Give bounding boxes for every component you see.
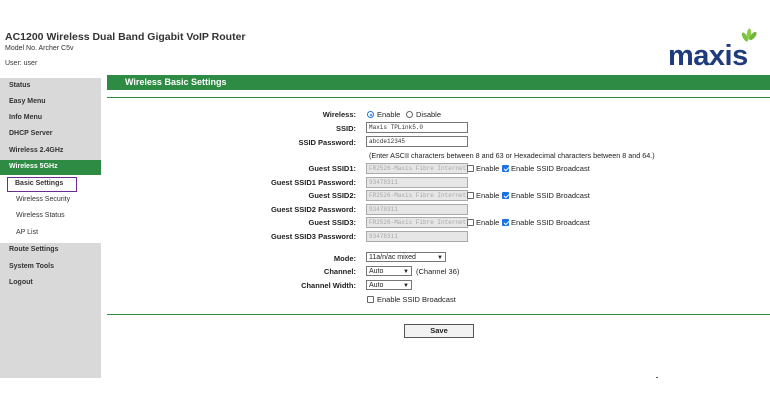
guest-ssid1-enable-checkbox[interactable] — [467, 165, 474, 172]
maxis-logo-text: maxis — [668, 40, 748, 72]
guest-ssid2-broadcast-checkbox[interactable] — [502, 192, 509, 199]
ssid-password-label: SSID Password: — [298, 138, 356, 147]
sidebar: Status Easy Menu Info Menu DHCP Server W… — [0, 78, 101, 378]
guest-ssid1-password-label: Guest SSID1 Password: — [270, 178, 356, 187]
channel-width-label: Channel Width: — [301, 281, 356, 290]
guest-ssid2-label: Guest SSID2: — [308, 191, 356, 200]
chevron-down-icon: ▼ — [403, 269, 409, 275]
sidebar-item-logout[interactable]: Logout — [0, 276, 101, 291]
password-hint: (Enter ASCII characters between 8 and 63… — [369, 151, 655, 160]
ssid-broadcast-checkbox[interactable] — [367, 296, 374, 303]
chevron-down-icon: ▼ — [437, 255, 443, 261]
guest-ssid2-password-label: Guest SSID2 Password: — [270, 205, 356, 214]
header: AC1200 Wireless Dual Band Gigabit VoIP R… — [0, 0, 770, 78]
guest-ssid2-enable-label: Enable — [476, 191, 500, 200]
mode-label: Mode: — [333, 254, 356, 263]
sidebar-item-easy-menu[interactable]: Easy Menu — [0, 95, 101, 110]
guest-ssid3-enable-label: Enable — [476, 218, 500, 227]
guest-ssid1-enable-label: Enable — [476, 164, 500, 173]
sidebar-item-wireless-24ghz[interactable]: Wireless 2.4GHz — [0, 144, 101, 159]
maxis-logo: maxis — [668, 28, 766, 72]
sidebar-item-system-tools[interactable]: System Tools — [0, 260, 101, 275]
save-button[interactable]: Save — [404, 324, 474, 338]
ssid-label: SSID: — [335, 124, 356, 133]
guest-ssid3-password-input[interactable]: 93478311 — [366, 231, 468, 242]
sidebar-item-ap-list[interactable]: AP List — [0, 226, 101, 241]
ssid-password-input[interactable]: abcde12345 — [366, 136, 468, 147]
sidebar-item-wireless-5ghz[interactable]: Wireless 5GHz — [0, 160, 101, 175]
sidebar-item-route-settings[interactable]: Route Settings — [0, 243, 101, 258]
guest-ssid1-label: Guest SSID1: — [308, 164, 356, 173]
guest-ssid3-input[interactable]: FR2526-Maxis Fibre Internet — [366, 217, 468, 228]
bottom-divider — [107, 314, 770, 315]
guest-ssid2-input[interactable]: FR2526-Maxis Fibre Internet — [366, 190, 468, 201]
wireless-disable-radio[interactable] — [406, 111, 413, 118]
sidebar-item-dhcp-server[interactable]: DHCP Server — [0, 127, 101, 142]
page-title-bar: Wireless Basic Settings — [107, 75, 770, 90]
sidebar-item-wireless-status[interactable]: Wireless Status — [0, 209, 101, 224]
sidebar-item-wireless-security[interactable]: Wireless Security — [0, 193, 101, 208]
mode-select[interactable]: 11a/n/ac mixed ▼ — [366, 252, 446, 262]
wireless-enable-label: Enable — [377, 110, 401, 119]
channel-select[interactable]: Auto ▼ — [366, 266, 412, 276]
product-title: AC1200 Wireless Dual Band Gigabit VoIP R… — [5, 31, 246, 43]
guest-ssid1-password-input[interactable]: 93478311 — [366, 177, 468, 188]
guest-ssid3-password-label: Guest SSID3 Password: — [270, 232, 356, 241]
channel-label: Channel: — [323, 267, 356, 276]
wireless-enable-radio[interactable] — [367, 111, 374, 118]
guest-ssid2-enable-checkbox[interactable] — [467, 192, 474, 199]
page-title: Wireless Basic Settings — [125, 77, 227, 87]
channel-width-select[interactable]: Auto ▼ — [366, 280, 412, 290]
top-divider — [107, 97, 770, 98]
guest-ssid3-label: Guest SSID3: — [308, 218, 356, 227]
guest-ssid3-enable-checkbox[interactable] — [467, 219, 474, 226]
ssid-broadcast-label: Enable SSID Broadcast — [377, 295, 456, 304]
stray-mark — [656, 377, 658, 378]
guest-ssid1-broadcast-label: Enable SSID Broadcast — [511, 164, 590, 173]
ssid-input[interactable]: Maxis TPLink5.0 — [366, 122, 468, 133]
guest-ssid1-input[interactable]: FR2526-Maxis Fibre Internet — [366, 163, 468, 174]
sidebar-item-info-menu[interactable]: Info Menu — [0, 111, 101, 126]
channel-note: (Channel 36) — [416, 267, 460, 276]
guest-ssid3-broadcast-label: Enable SSID Broadcast — [511, 218, 590, 227]
wireless-disable-label: Disable — [416, 110, 442, 119]
model-number: Model No. Archer C5v — [5, 45, 74, 52]
user-label: User: user — [5, 60, 38, 67]
guest-ssid2-broadcast-label: Enable SSID Broadcast — [511, 191, 590, 200]
sidebar-item-status[interactable]: Status — [0, 79, 101, 94]
guest-ssid2-password-input[interactable]: 93478311 — [366, 204, 468, 215]
guest-ssid1-broadcast-checkbox[interactable] — [502, 165, 509, 172]
sidebar-item-basic-settings[interactable]: Basic Settings — [7, 177, 77, 192]
chevron-down-icon: ▼ — [403, 283, 409, 289]
guest-ssid3-broadcast-checkbox[interactable] — [502, 219, 509, 226]
wireless-label: Wireless: — [322, 110, 356, 119]
